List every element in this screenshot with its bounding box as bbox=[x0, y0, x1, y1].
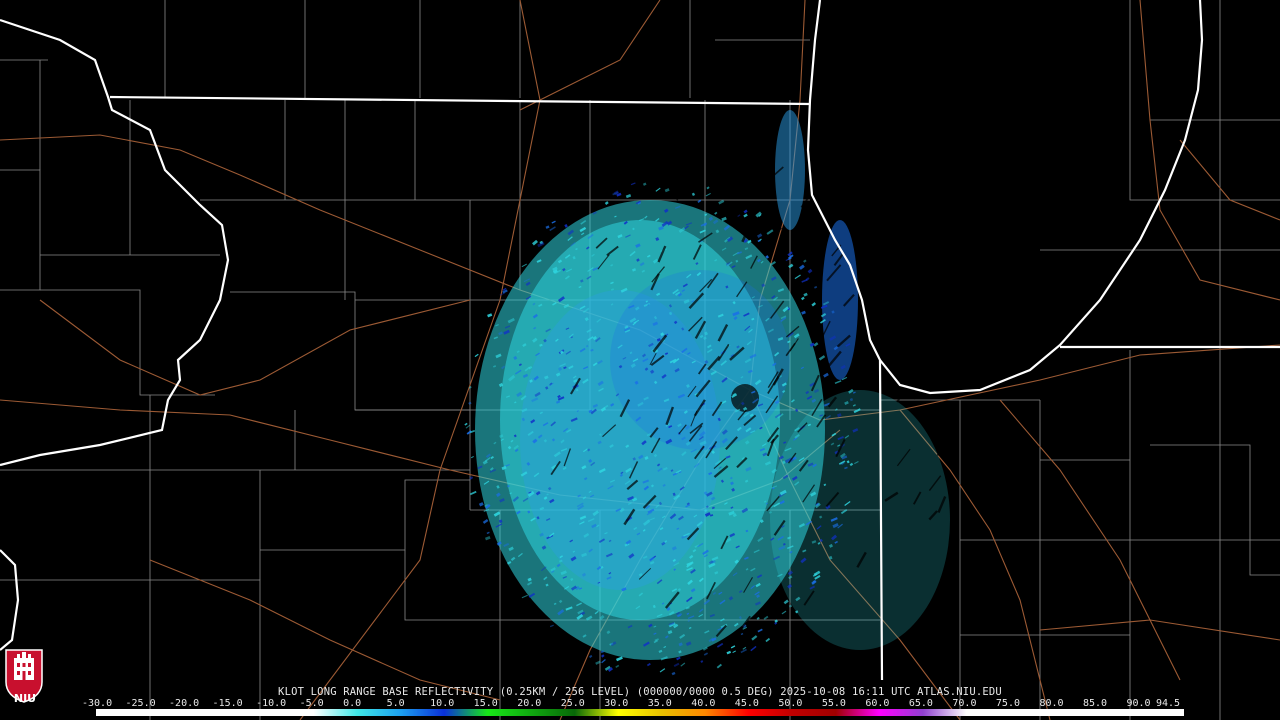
scale-label: 5.0 bbox=[386, 698, 405, 709]
scale-label: -5.0 bbox=[299, 698, 324, 709]
scale-label: 0.0 bbox=[343, 698, 362, 709]
radar-map bbox=[0, 0, 1280, 720]
scale-label: 35.0 bbox=[647, 698, 672, 709]
scale-label: 70.0 bbox=[952, 698, 977, 709]
scale-label: -15.0 bbox=[212, 698, 243, 709]
scale-label: -25.0 bbox=[125, 698, 156, 709]
scale-label: 85.0 bbox=[1082, 698, 1108, 709]
scale-label: 55.0 bbox=[821, 698, 846, 709]
reflectivity-scale-labels: -30.0 -25.0 -20.0 -15.0 -10.0 -5.0 0.0 5.0 10.0 1… bbox=[0, 698, 1280, 709]
scale-label: 30.0 bbox=[604, 698, 629, 709]
scale-label: 45.0 bbox=[734, 698, 759, 709]
scale-label: 90.0 bbox=[1126, 698, 1151, 709]
scale-label: 40.0 bbox=[691, 698, 716, 709]
scale-label: -10.0 bbox=[256, 698, 287, 709]
scale-label: 60.0 bbox=[865, 698, 890, 709]
scale-label: 20.0 bbox=[517, 698, 542, 709]
product-caption: KLOT LONG RANGE BASE REFLECTIVITY (0.25K… bbox=[278, 686, 1002, 698]
scale-label: 65.0 bbox=[908, 698, 933, 709]
scale-label: 15.0 bbox=[473, 698, 498, 709]
scale-label: 75.0 bbox=[995, 698, 1020, 709]
scale-label: -30.0 bbox=[82, 698, 113, 709]
scale-label: 50.0 bbox=[778, 698, 803, 709]
scale-label: 10.0 bbox=[430, 698, 455, 709]
scale-label: -20.0 bbox=[169, 698, 200, 709]
scale-label: 80.0 bbox=[1039, 698, 1064, 709]
reflectivity-colorbar bbox=[96, 709, 1184, 716]
scale-label: 94.5 bbox=[1156, 698, 1181, 709]
scale-label: 25.0 bbox=[560, 698, 585, 709]
